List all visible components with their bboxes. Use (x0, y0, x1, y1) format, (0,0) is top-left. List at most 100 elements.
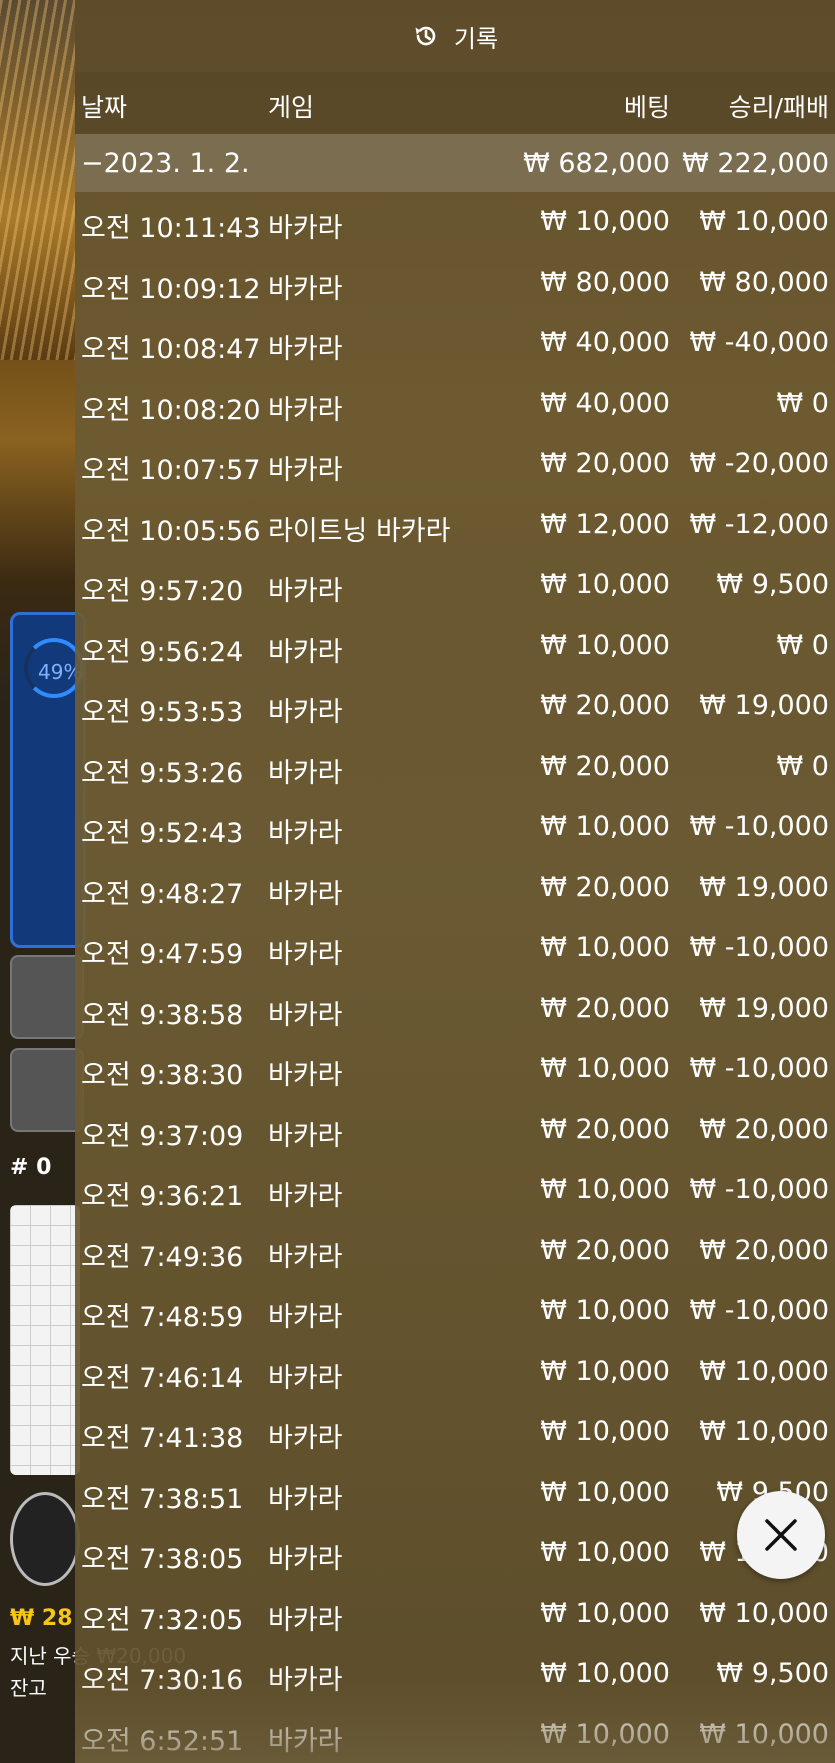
history-row[interactable]: 오전 10:11:43 바카라 ₩ 10,000 ₩ 10,000 (75, 192, 835, 253)
history-row[interactable]: 오전 7:38:05바카라₩ 10,000₩ 10,000 (75, 1523, 835, 1584)
date-summary-row[interactable]: −2023. 1. 2. ₩ 682,000 ₩ 222,000 (75, 134, 835, 192)
history-row[interactable]: 오전 9:36:21 바카라 ₩ 10,000 ₩ -10,000 (75, 1160, 835, 1221)
history-row[interactable]: 오전 7:46:14 바카라 ₩ 10,000 ₩ 10,000 (75, 1342, 835, 1403)
history-panel: 기록 날짜 게임 베팅 승리/패배 −2023. 1. 2. ₩ 682,000… (75, 0, 835, 1763)
row-bet: ₩ 10,000 (540, 569, 670, 600)
history-row[interactable]: 오전 7:30:16 바카라 ₩ 10,000 ₩ 9,500 (75, 1644, 835, 1705)
row-game: 바카라 (268, 1060, 343, 1091)
row-game: 바카라 (268, 1604, 343, 1636)
history-list[interactable]: 오전 10:11:43 바카라 ₩ 10,000 ₩ 10,000 오전 10:09:1… (75, 192, 835, 1763)
history-row[interactable]: 오전 9:56:24 바카라 ₩ 10,000 ₩ 0 (75, 616, 835, 677)
history-row[interactable]: 오전 7:32:05 바카라 ₩ 10,000 ₩ 10,000 (75, 1584, 835, 1645)
panel-title: 기록 (453, 24, 499, 53)
row-time: 오전 9:38:58 (81, 999, 244, 1031)
history-row[interactable]: 오전 7:38:51바카라₩ 10,000₩ 9,500 (75, 1463, 835, 1524)
history-row[interactable]: 오전 10:08:20 바카라 ₩ 40,000 ₩ 0 (75, 374, 835, 435)
row-time: 오전 10:11:43 (81, 213, 261, 244)
row-bet: ₩ 10,000 (540, 811, 670, 842)
row-result: ₩ -10,000 (689, 1295, 830, 1326)
summary-date: −2023. 1. 2. (81, 148, 250, 179)
history-row[interactable]: 오전 9:53:53 바카라 ₩ 20,000 ₩ 19,000 (75, 676, 835, 737)
history-row[interactable]: 오전 9:53:26 바카라 ₩ 20,000 ₩ 0 (75, 737, 835, 798)
row-time: 오전 7:38:51 (81, 1483, 244, 1515)
row-result: ₩ -10,000 (689, 1174, 830, 1205)
history-row[interactable]: 오전 9:57:20 바카라 ₩ 10,000 ₩ 9,500 (75, 555, 835, 616)
row-time: 오전 9:53:53 (81, 697, 244, 728)
chip-icon[interactable] (10, 1492, 80, 1586)
row-time: 오전 7:30:16 (81, 1665, 244, 1696)
row-time: 오전 9:48:27 (81, 878, 244, 910)
row-result: ₩ 0 (776, 750, 829, 782)
history-row[interactable]: 오전 10:07:57 바카라 ₩ 20,000 ₩ -20,000 (75, 434, 835, 495)
balance-amount: ₩ 28 (10, 1606, 73, 1631)
row-bet: ₩ 10,000 (540, 1658, 670, 1689)
row-bet: ₩ 20,000 (540, 690, 670, 721)
row-result: ₩ 0 (776, 629, 829, 661)
history-row[interactable]: 오전 7:41:38 바카라 ₩ 10,000 ₩ 10,000 (75, 1402, 835, 1463)
history-row[interactable]: 오전 10:05:56 라이트닝 바카라 ₩ 12,000 ₩ -12,000 (75, 495, 835, 556)
round-number: # 0 (10, 1155, 52, 1180)
row-result: ₩ -20,000 (689, 448, 830, 479)
row-result: ₩ 20,000 (699, 1113, 829, 1145)
history-row[interactable]: 오전 9:47:59 바카라 ₩ 10,000 ₩ -10,000 (75, 918, 835, 979)
history-icon (412, 22, 440, 50)
row-time: 오전 9:56:24 (81, 636, 244, 668)
row-time: 오전 10:05:56 (81, 515, 261, 547)
row-game: 바카라 (268, 1483, 343, 1515)
history-row[interactable]: 오전 7:48:59 바카라 ₩ 10,000 ₩ -10,000 (75, 1281, 835, 1342)
row-game: 바카라 (268, 697, 343, 728)
row-time: 오전 6:52:51 (81, 1725, 244, 1757)
row-bet: ₩ 10,000 (540, 206, 670, 237)
row-game: 바카라 (268, 1120, 343, 1152)
history-row[interactable]: 오전 9:48:27 바카라 ₩ 20,000 ₩ 19,000 (75, 858, 835, 919)
history-row[interactable]: 오전 9:38:30 바카라 ₩ 10,000 ₩ -10,000 (75, 1039, 835, 1100)
close-button[interactable] (737, 1491, 825, 1579)
row-bet: ₩ 20,000 (540, 871, 670, 903)
close-icon (765, 1519, 797, 1551)
bet-option-button[interactable] (10, 1048, 84, 1132)
row-bet: ₩ 12,000 (540, 508, 670, 540)
history-row[interactable]: 오전 9:38:58 바카라 ₩ 20,000 ₩ 19,000 (75, 979, 835, 1040)
row-game: 바카라 (268, 1362, 343, 1394)
history-row[interactable]: 오전 9:52:43 바카라 ₩ 10,000 ₩ -10,000 (75, 797, 835, 858)
row-time: 오전 9:36:21 (81, 1181, 244, 1212)
row-result: ₩ -12,000 (689, 508, 830, 540)
column-header-row: 날짜 게임 베팅 승리/패배 (75, 72, 835, 134)
row-bet: ₩ 20,000 (540, 448, 670, 479)
row-bet: ₩ 10,000 (540, 1597, 670, 1629)
row-bet: ₩ 10,000 (540, 629, 670, 661)
row-game: 바카라 (268, 878, 343, 910)
row-game: 바카라 (268, 334, 343, 365)
row-game: 바카라 (268, 999, 343, 1031)
row-time: 오전 10:08:20 (81, 394, 261, 426)
row-game: 바카라 (268, 455, 343, 486)
row-result: ₩ 10,000 (699, 1355, 829, 1387)
row-bet: ₩ 10,000 (540, 1053, 670, 1084)
history-row[interactable]: 오전 10:09:12 바카라 ₩ 80,000 ₩ 80,000 (75, 253, 835, 314)
row-bet: ₩ 10,000 (540, 1355, 670, 1387)
history-row[interactable]: 오전 7:49:36 바카라 ₩ 20,000 ₩ 20,000 (75, 1221, 835, 1282)
scoreboard (10, 1205, 80, 1475)
row-game: 바카라 (268, 1241, 343, 1273)
bet-option-button[interactable] (10, 955, 84, 1039)
row-result: ₩ 19,000 (699, 992, 829, 1024)
row-bet: ₩ 20,000 (540, 750, 670, 782)
row-time: 오전 9:38:30 (81, 1060, 244, 1091)
row-game: 바카라 (268, 576, 343, 607)
history-row[interactable]: 오전 6:52:51 바카라 ₩ 10,000 ₩ 10,000 (75, 1705, 835, 1763)
row-game: 바카라 (268, 1725, 343, 1757)
row-game: 바카라 (268, 636, 343, 668)
row-bet: ₩ 80,000 (540, 266, 670, 298)
row-bet: ₩ 40,000 (540, 327, 670, 358)
row-time: 오전 7:46:14 (81, 1362, 244, 1394)
casino-backdrop-image (0, 0, 75, 360)
row-result: ₩ 9,500 (716, 569, 829, 600)
row-game: 바카라 (268, 394, 343, 426)
history-row[interactable]: 오전 9:37:09 바카라 ₩ 20,000 ₩ 20,000 (75, 1100, 835, 1161)
history-row[interactable]: 오전 10:08:47 바카라 ₩ 40,000 ₩ -40,000 (75, 313, 835, 374)
row-time: 오전 7:41:38 (81, 1423, 244, 1454)
column-date: 날짜 (81, 93, 128, 122)
balance-label: 잔고 (10, 1676, 47, 1700)
row-result: ₩ 10,000 (699, 1718, 829, 1750)
row-result: ₩ -10,000 (689, 811, 830, 842)
